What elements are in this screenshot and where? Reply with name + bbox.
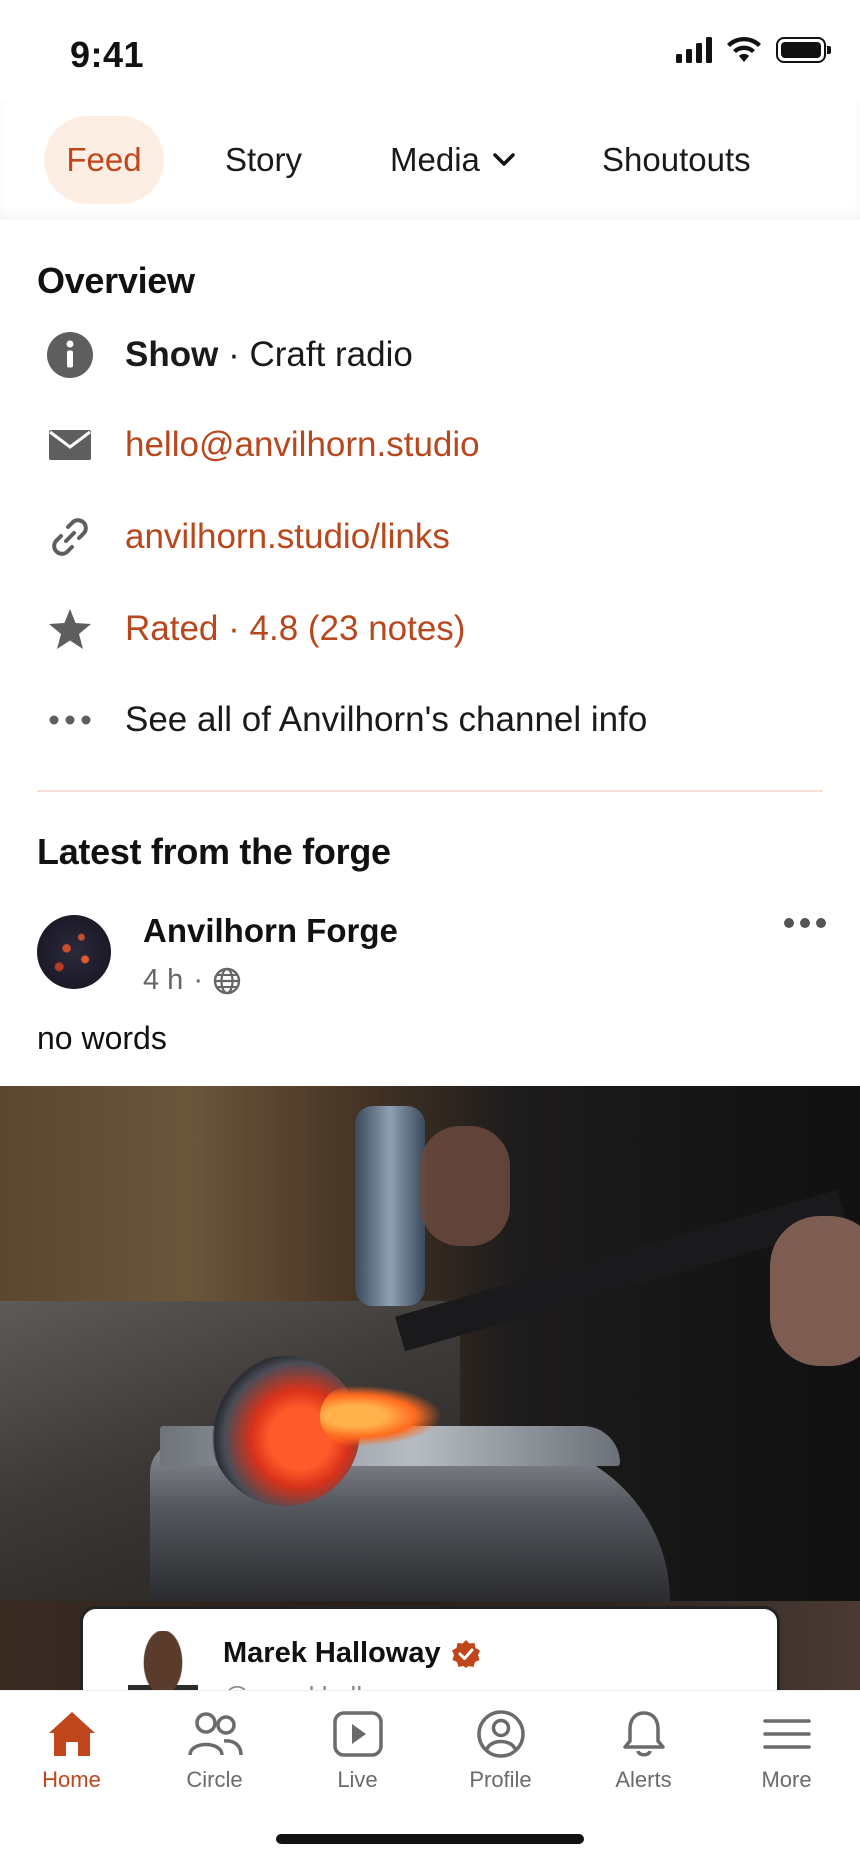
nav-profile[interactable]: Profile — [429, 1709, 572, 1793]
user-circle-icon — [476, 1710, 525, 1758]
globe-icon — [213, 967, 241, 994]
nav-home[interactable]: Home — [0, 1709, 143, 1793]
menu-icon — [762, 1719, 811, 1749]
email-row[interactable]: hello@anvilhorn.studio — [37, 415, 827, 475]
tab-story[interactable]: Story — [225, 116, 302, 204]
card-name: Marek Halloway — [223, 1637, 441, 1669]
people-icon — [187, 1712, 243, 1756]
nav-circle[interactable]: Circle — [143, 1709, 286, 1793]
see-all-row[interactable]: See all of Anvilhorn's channel info — [37, 690, 827, 750]
wifi-icon — [727, 36, 761, 62]
chevron-down-icon — [493, 153, 515, 166]
tab-shoutouts[interactable]: Shoutouts — [602, 116, 751, 204]
tab-media-label: Media — [390, 141, 480, 178]
home-indicator — [276, 1834, 584, 1844]
nav-alerts[interactable]: Alerts — [572, 1709, 715, 1793]
overview-title: Overview — [37, 260, 195, 301]
info-icon — [37, 331, 103, 379]
post-text: no words — [37, 1020, 167, 1056]
category-value: · Craft radio — [228, 335, 413, 374]
nav-more-label: More — [761, 1767, 812, 1792]
tab-feed[interactable]: Feed — [44, 116, 164, 204]
post-avatar[interactable] — [37, 915, 111, 989]
nav-circle-label: Circle — [186, 1767, 243, 1792]
star-icon — [37, 605, 103, 653]
category-text: Show · Craft radio — [125, 335, 413, 375]
status-time: 9:41 — [70, 34, 145, 75]
see-all-link[interactable]: See all of Anvilhorn's channel info — [125, 700, 647, 740]
post-author[interactable]: Anvilhorn Forge — [143, 912, 398, 950]
status-bar: 9:41 — [0, 0, 860, 100]
email-link[interactable]: hello@anvilhorn.studio — [125, 425, 480, 465]
rating-row[interactable]: Rated · 4.8 (23 notes) — [37, 599, 827, 659]
nav-more[interactable]: More — [715, 1709, 858, 1793]
nav-alerts-label: Alerts — [615, 1767, 672, 1792]
nav-home-label: Home — [42, 1767, 101, 1792]
website-link[interactable]: anvilhorn.studio/links — [125, 517, 450, 557]
more-horizontal-icon — [37, 696, 103, 744]
home-icon — [48, 1712, 95, 1756]
category-label: Show — [125, 335, 219, 374]
rating-text[interactable]: Rated · 4.8 (23 notes) — [125, 609, 465, 649]
post-time: 4 h — [143, 964, 184, 996]
post-meta-separator: · — [193, 964, 203, 996]
verified-badge-icon — [451, 1639, 480, 1668]
card-name-row: Marek Halloway — [223, 1637, 481, 1670]
latest-title: Latest from the forge — [37, 831, 391, 872]
tab-media[interactable]: Media — [390, 116, 516, 204]
mail-icon — [37, 421, 103, 469]
post-meta: 4 h · — [143, 964, 241, 997]
nav-live[interactable]: Live — [286, 1709, 429, 1793]
tab-bar: Feed Story Media Shoutouts — [0, 100, 860, 220]
category-row: Show · Craft radio — [37, 325, 827, 385]
section-divider — [37, 790, 823, 792]
nav-profile-label: Profile — [469, 1767, 532, 1792]
post-image[interactable] — [0, 1086, 860, 1601]
website-row[interactable]: anvilhorn.studio/links — [37, 507, 827, 567]
nav-live-label: Live — [337, 1767, 378, 1792]
battery-icon — [776, 37, 831, 63]
signal-icon — [676, 37, 712, 63]
status-icons — [676, 36, 831, 64]
post-more-button[interactable] — [784, 918, 826, 928]
play-icon — [332, 1711, 383, 1757]
bell-icon — [622, 1711, 665, 1757]
link-icon — [37, 513, 103, 561]
